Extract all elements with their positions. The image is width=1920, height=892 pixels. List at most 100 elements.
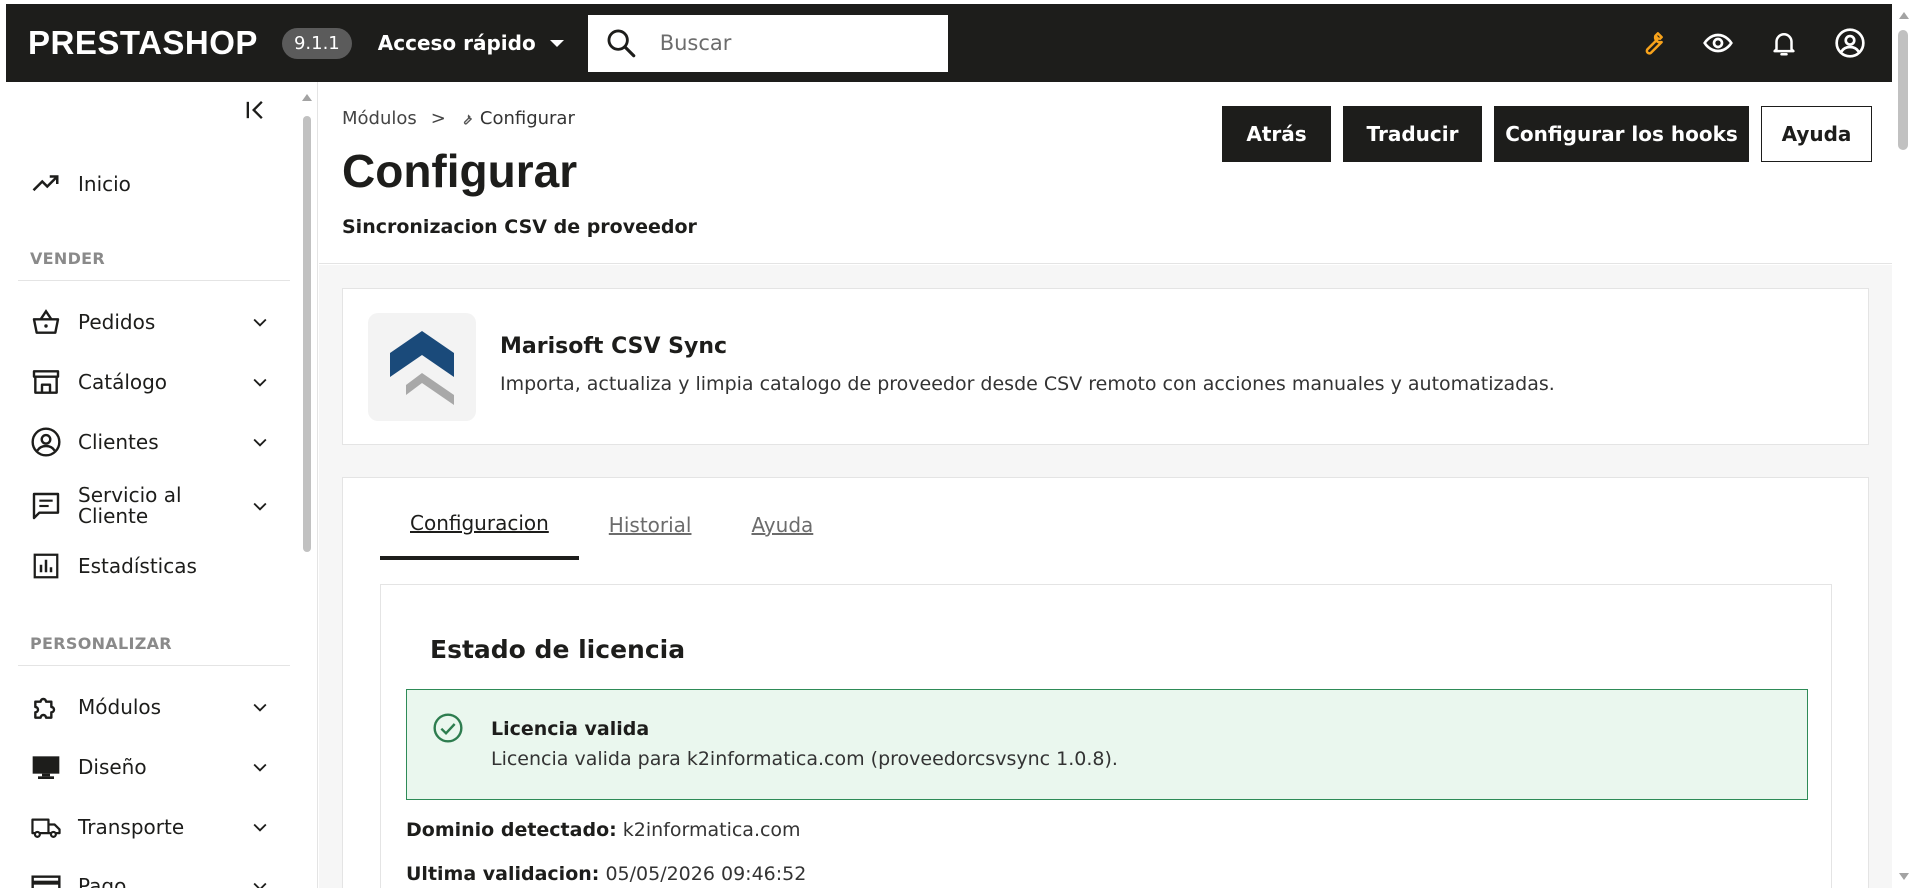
version-badge: 9.1.1 [281, 27, 352, 59]
top-header: PRESTASHOP 9.1.1 Acceso rápido [6, 4, 1892, 82]
configure-hooks-button[interactable]: Configurar los hooks [1494, 106, 1749, 162]
sidebar-item-stats[interactable]: Estadísticas [30, 550, 280, 582]
search-input[interactable] [659, 31, 920, 55]
divider [18, 665, 290, 666]
sidebar-item-modules[interactable]: Módulos [30, 691, 280, 723]
prestashop-logo[interactable]: PRESTASHOP [28, 24, 258, 62]
module-description: Importa, actualiza y limpia catalogo de … [500, 373, 1555, 395]
sidebar-item-label: Clientes [78, 429, 159, 454]
sidebar-item-label: Inicio [78, 171, 131, 196]
breadcrumb-separator: > [430, 108, 446, 129]
translate-button[interactable]: Traducir [1343, 106, 1482, 162]
sidebar-item-customer-service[interactable]: Servicio al Cliente [30, 485, 280, 527]
back-button[interactable]: Atrás [1222, 106, 1331, 162]
eye-icon[interactable] [1702, 27, 1734, 59]
sidebar: Inicio VENDER Pedidos Catálogo Clientes … [6, 82, 318, 888]
customer-icon [30, 426, 62, 458]
quick-access-label: Acceso rápido [377, 31, 536, 55]
page-title: Configurar [342, 145, 578, 197]
page-scrollbar[interactable] [1893, 4, 1915, 888]
last-validation-label: Ultima validacion: [406, 863, 600, 885]
sidebar-item-label: Diseño [78, 754, 147, 779]
sidebar-item-catalog[interactable]: Catálogo [30, 366, 280, 398]
sidebar-item-label: Módulos [78, 694, 162, 719]
chat-icon [30, 490, 62, 522]
chevron-down-icon[interactable] [250, 817, 270, 837]
alert-title: Licencia valida [491, 718, 650, 740]
sidebar-scrollbar[interactable] [299, 88, 313, 888]
store-icon [30, 366, 62, 398]
quick-access-dropdown[interactable]: Acceso rápido [378, 31, 564, 55]
search-icon[interactable] [604, 26, 638, 60]
sidebar-item-customers[interactable]: Clientes [30, 426, 280, 458]
page-toolbar: Módulos > Configurar Configurar Sincroni… [319, 82, 1892, 264]
monitor-icon [30, 751, 62, 783]
content-area: Marisoft CSV Sync Importa, actualiza y l… [319, 265, 1892, 888]
tab-history[interactable]: Historial [579, 478, 722, 560]
user-circle-icon[interactable] [1834, 27, 1866, 59]
license-title: Estado de licencia [430, 635, 686, 664]
breadcrumb-current: Configurar [460, 108, 575, 129]
main-content: Módulos > Configurar Configurar Sincroni… [319, 82, 1892, 888]
basket-icon [30, 306, 62, 338]
chevron-down-icon[interactable] [250, 372, 270, 392]
tabs-card: Configuracion Historial Ayuda Estado de … [342, 477, 1869, 888]
license-alert: Licencia valida Licencia valida para k2i… [406, 689, 1808, 800]
puzzle-icon [30, 691, 62, 723]
detected-domain: Dominio detectado: k2informatica.com [406, 819, 801, 841]
breadcrumb-current-label: Configurar [479, 108, 575, 129]
scroll-up-arrow-icon[interactable] [1899, 12, 1909, 19]
chevron-down-icon[interactable] [250, 496, 270, 516]
sidebar-item-payment[interactable]: Pago [30, 870, 280, 888]
trending-up-icon [30, 168, 62, 200]
tab-help[interactable]: Ayuda [721, 478, 843, 560]
scroll-up-arrow-icon[interactable] [302, 94, 312, 101]
license-panel: Estado de licencia Licencia valida Licen… [380, 584, 1832, 888]
chevron-down-icon[interactable] [250, 312, 270, 332]
last-validation-value: 05/05/2026 09:46:52 [605, 863, 807, 885]
chevron-down-icon[interactable] [250, 697, 270, 717]
chevron-down-icon[interactable] [250, 757, 270, 777]
section-sell: VENDER [30, 249, 106, 268]
sidebar-item-label: Servicio al Cliente [78, 483, 182, 528]
sidebar-item-shipping[interactable]: Transporte [30, 811, 280, 843]
section-customize: PERSONALIZAR [30, 634, 172, 653]
sidebar-item-orders[interactable]: Pedidos [30, 306, 280, 338]
payment-icon [30, 870, 62, 888]
sidebar-item-design[interactable]: Diseño [30, 751, 280, 783]
marisoft-logo-icon [390, 331, 454, 405]
chevron-down-icon[interactable] [250, 432, 270, 452]
sidebar-item-label: Estadísticas [78, 553, 197, 578]
module-name: Marisoft CSV Sync [500, 334, 728, 359]
sidebar-item-label: Pedidos [78, 309, 156, 334]
bell-icon[interactable] [1768, 27, 1800, 59]
alert-text: Licencia valida para k2informatica.com (… [491, 748, 1118, 770]
truck-icon [30, 811, 62, 843]
sidebar-item-label: Pago [78, 873, 127, 888]
tab-bar: Configuracion Historial Ayuda [380, 478, 843, 560]
breadcrumb-modules-link[interactable]: Módulos [342, 108, 417, 129]
detected-domain-label: Dominio detectado: [406, 819, 617, 841]
search-box[interactable] [587, 14, 948, 72]
tab-configuration[interactable]: Configuracion [380, 478, 579, 560]
check-circle-icon [433, 713, 463, 743]
wrench-icon [463, 113, 472, 125]
sidebar-item-label: Transporte [78, 814, 185, 839]
sidebar-scroll-thumb[interactable] [303, 116, 311, 552]
page-subtitle: Sincronizacion CSV de proveedor [342, 216, 697, 238]
divider [18, 280, 290, 281]
wrench-icon[interactable] [1636, 27, 1668, 59]
detected-domain-value: k2informatica.com [622, 819, 801, 841]
last-validation: Ultima validacion: 05/05/2026 09:46:52 [406, 863, 806, 885]
sidebar-item-home[interactable]: Inicio [30, 168, 280, 200]
module-logo [368, 313, 476, 421]
help-button[interactable]: Ayuda [1761, 106, 1872, 162]
module-card: Marisoft CSV Sync Importa, actualiza y l… [342, 288, 1869, 445]
breadcrumb: Módulos > Configurar [342, 108, 575, 129]
page-scroll-thumb[interactable] [1898, 30, 1908, 150]
sidebar-item-label: Catálogo [78, 369, 168, 394]
chevron-down-icon[interactable] [250, 876, 270, 888]
scroll-down-arrow-icon[interactable] [1899, 873, 1909, 880]
collapse-sidebar-icon[interactable] [242, 96, 270, 124]
stats-icon [30, 550, 62, 582]
